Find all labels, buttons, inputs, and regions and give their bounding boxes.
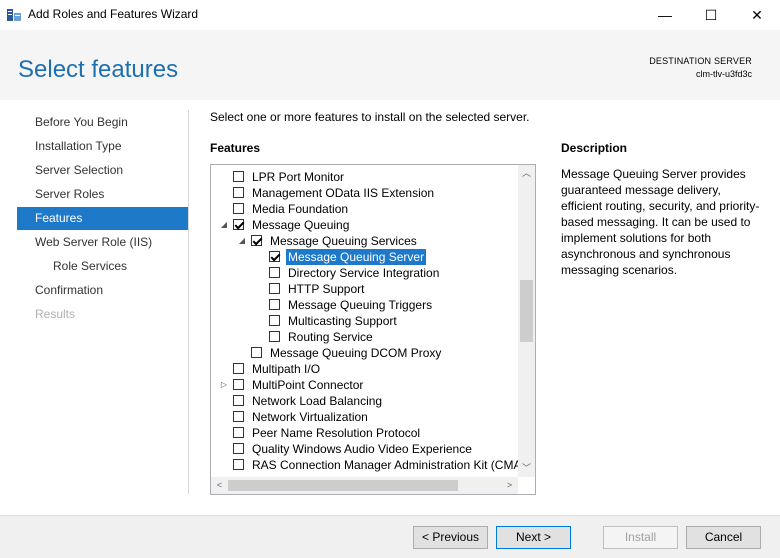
feature-checkbox[interactable] [233, 363, 244, 374]
install-button[interactable]: Install [603, 526, 678, 549]
next-button[interactable]: Next > [496, 526, 571, 549]
horizontal-scroll-thumb[interactable] [228, 480, 458, 491]
expand-arrow-icon[interactable]: ▷ [219, 377, 229, 393]
feature-label[interactable]: Message Queuing DCOM Proxy [268, 345, 443, 361]
feature-label[interactable]: HTTP Support [286, 281, 366, 297]
tree-item[interactable]: Message Queuing Triggers [211, 297, 519, 313]
feature-label[interactable]: Quality Windows Audio Video Experience [250, 441, 474, 457]
feature-label[interactable]: Message Queuing Server [286, 249, 427, 265]
feature-label[interactable]: RAS Connection Manager Administration Ki… [250, 457, 519, 473]
window-title: Add Roles and Features Wizard [28, 7, 199, 21]
tree-item[interactable]: Quality Windows Audio Video Experience [211, 441, 519, 457]
feature-label[interactable]: Peer Name Resolution Protocol [250, 425, 422, 441]
feature-label[interactable]: Message Queuing Triggers [286, 297, 434, 313]
tree-item[interactable]: LPR Port Monitor [211, 169, 519, 185]
tree-item[interactable]: Multicasting Support [211, 313, 519, 329]
feature-checkbox[interactable] [251, 235, 262, 246]
tree-item[interactable]: Network Load Balancing [211, 393, 519, 409]
nav-item-server-roles[interactable]: Server Roles [17, 183, 188, 206]
collapse-arrow-icon[interactable]: ◢ [219, 217, 229, 233]
cancel-button[interactable]: Cancel [686, 526, 761, 549]
tree-item[interactable]: Network Virtualization [211, 409, 519, 425]
nav-item-server-selection[interactable]: Server Selection [17, 159, 188, 182]
nav-item-role-services[interactable]: Role Services [17, 255, 188, 278]
tree-item[interactable]: Routing Service [211, 329, 519, 345]
description-heading: Description [561, 141, 628, 155]
features-tree[interactable]: LPR Port Monitor Management OData IIS Ext… [210, 164, 536, 495]
feature-label[interactable]: Multipath I/O [250, 361, 322, 377]
features-tree-rows: LPR Port Monitor Management OData IIS Ext… [211, 169, 519, 479]
nav-item-installation-type[interactable]: Installation Type [17, 135, 188, 158]
scroll-left-icon[interactable]: < [211, 477, 228, 494]
server-manager-icon [6, 7, 22, 23]
collapse-arrow-icon[interactable]: ◢ [237, 233, 247, 249]
tree-item[interactable]: Media Foundation [211, 201, 519, 217]
feature-label[interactable]: Management OData IIS Extension [250, 185, 436, 201]
scroll-up-icon[interactable]: ︿ [518, 165, 535, 182]
scroll-down-icon[interactable]: ﹀ [518, 460, 535, 477]
tree-item[interactable]: Multipath I/O [211, 361, 519, 377]
features-heading: Features [210, 141, 261, 155]
feature-label[interactable]: Message Queuing [250, 217, 351, 233]
feature-checkbox[interactable] [233, 203, 244, 214]
description-text: Message Queuing Server provides guarante… [561, 167, 760, 277]
nav-item-web-server-role-iis[interactable]: Web Server Role (IIS) [17, 231, 188, 254]
tree-item[interactable]: Directory Service Integration [211, 265, 519, 281]
feature-label[interactable]: Network Load Balancing [250, 393, 384, 409]
nav-item-features[interactable]: Features [17, 207, 188, 230]
nav-item-before-you-begin[interactable]: Before You Begin [17, 111, 188, 134]
feature-checkbox[interactable] [233, 171, 244, 182]
nav-divider [188, 110, 189, 494]
tree-item[interactable]: RAS Connection Manager Administration Ki… [211, 457, 519, 473]
instruction-text: Select one or more features to install o… [210, 110, 530, 124]
nav-item-results: Results [35, 307, 76, 321]
feature-checkbox[interactable] [233, 459, 244, 470]
close-button[interactable]: ✕ [734, 0, 780, 30]
feature-checkbox[interactable] [251, 347, 262, 358]
feature-checkbox[interactable] [233, 411, 244, 422]
feature-checkbox[interactable] [269, 299, 280, 310]
tree-item[interactable]: ▷ MultiPoint Connector [211, 377, 519, 393]
feature-checkbox[interactable] [233, 427, 244, 438]
feature-label[interactable]: Routing Service [286, 329, 375, 345]
tree-item[interactable]: Message Queuing Server [211, 249, 519, 265]
feature-checkbox[interactable] [233, 379, 244, 390]
feature-checkbox[interactable] [233, 219, 244, 230]
page-title: Select features [18, 56, 179, 83]
feature-checkbox[interactable] [233, 187, 244, 198]
destination-server-name: clm-tlv-u3fd3c [695, 69, 752, 79]
previous-button[interactable]: < Previous [413, 526, 488, 549]
tree-item[interactable]: ◢ Message Queuing Services [211, 233, 519, 249]
feature-label[interactable]: Network Virtualization [250, 409, 370, 425]
feature-checkbox[interactable] [269, 251, 280, 262]
minimize-button[interactable]: — [642, 0, 688, 30]
scroll-right-icon[interactable]: > [501, 477, 518, 494]
feature-checkbox[interactable] [233, 443, 244, 454]
feature-checkbox[interactable] [269, 331, 280, 342]
feature-label[interactable]: Directory Service Integration [286, 265, 441, 281]
vertical-scroll-thumb[interactable] [520, 280, 533, 342]
tree-item[interactable]: ◢ Message Queuing [211, 217, 519, 233]
feature-checkbox[interactable] [269, 267, 280, 278]
feature-label[interactable]: Multicasting Support [286, 313, 399, 329]
tree-item[interactable]: HTTP Support [211, 281, 519, 297]
feature-label[interactable]: MultiPoint Connector [250, 377, 365, 393]
feature-label[interactable]: LPR Port Monitor [250, 169, 346, 185]
destination-server-label: DESTINATION SERVER [649, 56, 752, 66]
feature-label[interactable]: Media Foundation [250, 201, 350, 217]
tree-item[interactable]: Peer Name Resolution Protocol [211, 425, 519, 441]
tree-item[interactable]: Management OData IIS Extension [211, 185, 519, 201]
maximize-button[interactable]: ☐ [688, 0, 734, 30]
feature-checkbox[interactable] [233, 395, 244, 406]
feature-label[interactable]: Message Queuing Services [268, 233, 419, 249]
feature-checkbox[interactable] [269, 283, 280, 294]
tree-item[interactable]: Message Queuing DCOM Proxy [211, 345, 519, 361]
nav-item-confirmation[interactable]: Confirmation [17, 279, 188, 302]
feature-checkbox[interactable] [269, 315, 280, 326]
